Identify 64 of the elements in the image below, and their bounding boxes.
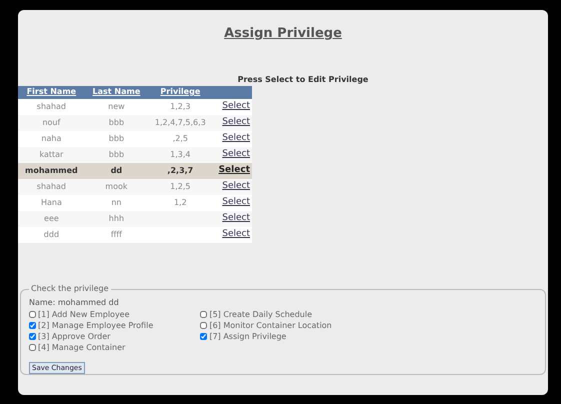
select-link[interactable]: Select — [222, 100, 250, 111]
privilege-checkbox[interactable] — [29, 311, 36, 318]
table-row[interactable]: shahad new 1,2,3 Select — [18, 98, 252, 114]
selected-name: Name: mohammed dd — [29, 297, 120, 309]
table-cell: Hana — [40, 198, 62, 206]
select-link[interactable]: Select — [222, 212, 250, 223]
checkbox-label: [1] Add New Employee — [38, 308, 130, 320]
checkbox-label: [5] Create Daily Schedule — [209, 308, 312, 320]
table-cell: 1,2 — [174, 198, 187, 206]
table-row[interactable]: shahad mook 1,2,5 Select — [18, 178, 252, 194]
checkbox-label: [2] Manage Employee Profile — [38, 320, 154, 332]
column-header[interactable]: Last Name — [84, 86, 148, 98]
privilege-checkbox[interactable] — [200, 322, 208, 329]
table-cell: 1,2,3 — [170, 102, 191, 110]
table-cell: nn — [111, 198, 122, 206]
table-row[interactable]: mohammed dd ,2,3,7 Select — [18, 162, 252, 178]
checkbox-label: [6] Monitor Container Location — [209, 320, 332, 332]
privilege-checkbox[interactable] — [29, 322, 36, 329]
column-header[interactable]: First Name — [18, 86, 85, 98]
table-row[interactable]: nouf bbb 1,2,4,7,5,6,3 Select — [18, 114, 252, 130]
table-cell: 1,2,5 — [170, 182, 191, 190]
table-cell: bbb — [108, 118, 124, 126]
select-link[interactable]: Select — [222, 148, 250, 159]
column-header[interactable]: Privilege — [148, 86, 213, 98]
table-cell: mohammed — [25, 166, 78, 174]
table-cell: mook — [105, 182, 128, 190]
instruction-text: Press Select to Edit Privilege — [238, 74, 368, 86]
table-cell: dd — [110, 166, 122, 174]
table-row[interactable]: eee hhh Select — [18, 210, 252, 226]
select-link[interactable]: Select — [222, 116, 250, 127]
table-cell: 1,3,4 — [170, 150, 191, 158]
table-cell: ffff — [110, 230, 122, 238]
table-cell: ddd — [44, 230, 60, 238]
table-cell: new — [108, 102, 125, 110]
select-link[interactable]: Select — [222, 196, 250, 207]
group-legend: Check the privilege — [29, 283, 111, 295]
table-row[interactable]: kattar bbb 1,3,4 Select — [18, 146, 252, 162]
privilege-checkbox[interactable] — [29, 333, 36, 340]
select-link[interactable]: Select — [222, 132, 250, 143]
table-row[interactable]: Hana nn 1,2 Select — [18, 194, 252, 210]
select-link[interactable]: Select — [222, 180, 250, 191]
table-cell: eee — [44, 214, 59, 222]
select-link[interactable]: Select — [222, 228, 250, 239]
privilege-checkbox[interactable] — [200, 311, 208, 318]
table-cell: bbb — [108, 134, 124, 142]
table-row[interactable]: naha bbb ,2,5 Select — [18, 130, 252, 146]
table-cell: nouf — [42, 118, 60, 126]
checkbox-label: [7] Assign Privilege — [209, 330, 286, 342]
checkbox-label: [3] Approve Order — [38, 330, 110, 342]
table-cell: kattar — [39, 150, 64, 158]
table-cell: shahad — [36, 102, 66, 110]
checkbox-label: [4] Manage Container — [38, 342, 126, 354]
table-cell: shahad — [36, 182, 66, 190]
table-cell: bbb — [108, 150, 124, 158]
page-title: Assign Privilege — [224, 25, 342, 43]
privilege-checkbox[interactable] — [29, 344, 36, 351]
table-cell: hhh — [108, 214, 124, 222]
table-row[interactable]: ddd ffff Select — [18, 226, 252, 242]
table-cell: 1,2,4,7,5,6,3 — [154, 118, 206, 126]
table-cell: naha — [41, 134, 62, 142]
select-link[interactable]: Select — [218, 164, 250, 175]
table-cell: ,2,5 — [172, 134, 188, 142]
privilege-checkbox[interactable] — [200, 333, 208, 340]
table-cell: ,2,3,7 — [167, 166, 194, 174]
